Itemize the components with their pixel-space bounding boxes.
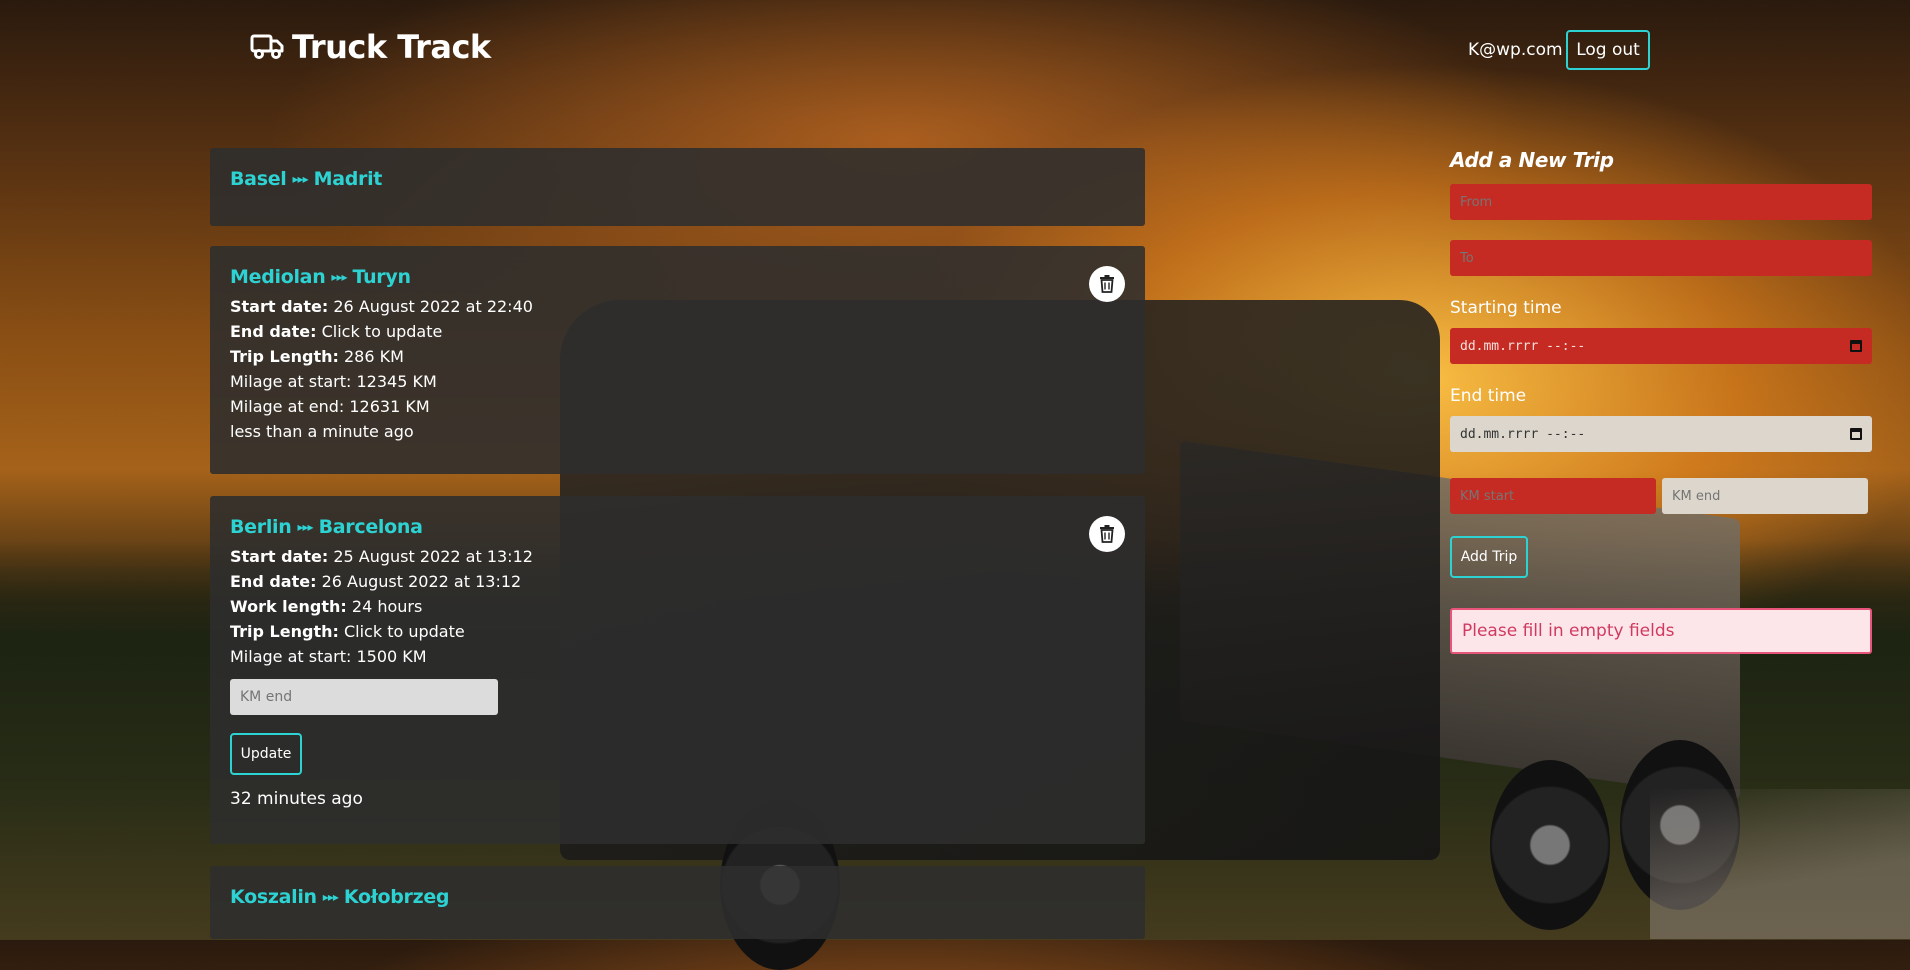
trip-length[interactable]: Trip Length: Click to update [230,619,1125,644]
form-title: Add a New Trip [1450,148,1614,172]
user-email: K@wp.com [1468,40,1563,60]
route-arrow-icon: ▸▸▸ [331,270,347,284]
start-time-label: Starting time [1450,298,1562,318]
trip-to: Madrit [313,168,383,190]
trip-time-ago: less than a minute ago [230,422,414,441]
trip-from: Basel [230,168,287,190]
from-input[interactable] [1450,184,1872,220]
background-road [1650,789,1910,939]
end-time-placeholder: dd.mm.rrrr --:-- [1460,426,1586,442]
trip-route: Berlin ▸▸▸ Barcelona [230,516,1125,538]
brand-logo[interactable]: Truck Track [250,28,491,66]
start-time-input[interactable]: dd.mm.rrrr --:-- [1450,328,1872,364]
trip-time-ago: 32 minutes ago [230,789,363,809]
trip-from: Mediolan [230,266,326,288]
route-arrow-icon: ▸▸▸ [292,172,309,186]
top-navbar: Truck Track K@wp.com Log out [0,0,1910,100]
trip-length: Trip Length: 286 KM [230,347,404,366]
trip-to: Kołobrzeg [343,886,450,908]
milage-start: Milage at start: 1500 KM [230,647,427,666]
milage-end: Milage at end: 12631 KM [230,397,430,416]
trip-card[interactable]: Berlin ▸▸▸ Barcelona Start date: 25 Augu… [210,496,1145,844]
background-wheel [1620,740,1740,910]
delete-trip-button[interactable] [1089,516,1125,552]
end-time-input[interactable]: dd.mm.rrrr --:-- [1450,416,1872,452]
add-trip-button[interactable]: Add Trip [1450,536,1528,578]
trip-start-date: Start date: 25 August 2022 at 13:12 [230,547,533,566]
delete-trip-button[interactable] [1089,266,1125,302]
trip-route: Mediolan ▸▸▸ Turyn [230,266,1125,288]
trip-route: Basel ▸▸▸ Madrit [230,168,1125,190]
trip-start-date: Start date: 26 August 2022 at 22:40 [230,297,533,316]
route-arrow-icon: ▸▸▸ [322,890,339,904]
background-wheel [1490,760,1610,930]
trip-to: Turyn [352,266,411,288]
trip-end-date: End date: 26 August 2022 at 13:12 [230,572,522,591]
trip-from: Berlin [230,516,292,538]
route-arrow-icon: ▸▸▸ [297,520,314,534]
trip-card[interactable]: Basel ▸▸▸ Madrit [210,148,1145,226]
km-end-input[interactable] [230,679,498,715]
km-start-input[interactable] [1450,478,1656,514]
trip-card[interactable]: Koszalin ▸▸▸ Kołobrzeg [210,866,1145,939]
error-message: Please fill in empty fields [1450,608,1872,654]
truck-icon [250,33,284,61]
trash-icon [1100,275,1114,293]
to-input[interactable] [1450,240,1872,276]
trash-icon [1100,525,1114,543]
work-length: Work length: 24 hours [230,597,423,616]
end-time-label: End time [1450,386,1527,406]
trip-to: Barcelona [318,516,423,538]
calendar-icon[interactable] [1850,428,1862,440]
logout-button[interactable]: Log out [1566,30,1650,70]
trip-end-date[interactable]: End date: Click to update [230,319,1125,344]
milage-start: Milage at start: 12345 KM [230,372,437,391]
km-end-input[interactable] [1662,478,1868,514]
trip-from: Koszalin [230,886,317,908]
trip-route: Koszalin ▸▸▸ Kołobrzeg [230,886,1125,908]
calendar-icon[interactable] [1850,340,1862,352]
brand-title: Truck Track [292,28,491,66]
update-button[interactable]: Update [230,733,302,775]
start-time-placeholder: dd.mm.rrrr --:-- [1460,338,1586,354]
km-row [1450,478,1872,514]
trip-card[interactable]: Mediolan ▸▸▸ Turyn Start date: 26 August… [210,246,1145,474]
add-trip-form: Add a New Trip Starting time dd.mm.rrrr … [1450,148,1872,654]
